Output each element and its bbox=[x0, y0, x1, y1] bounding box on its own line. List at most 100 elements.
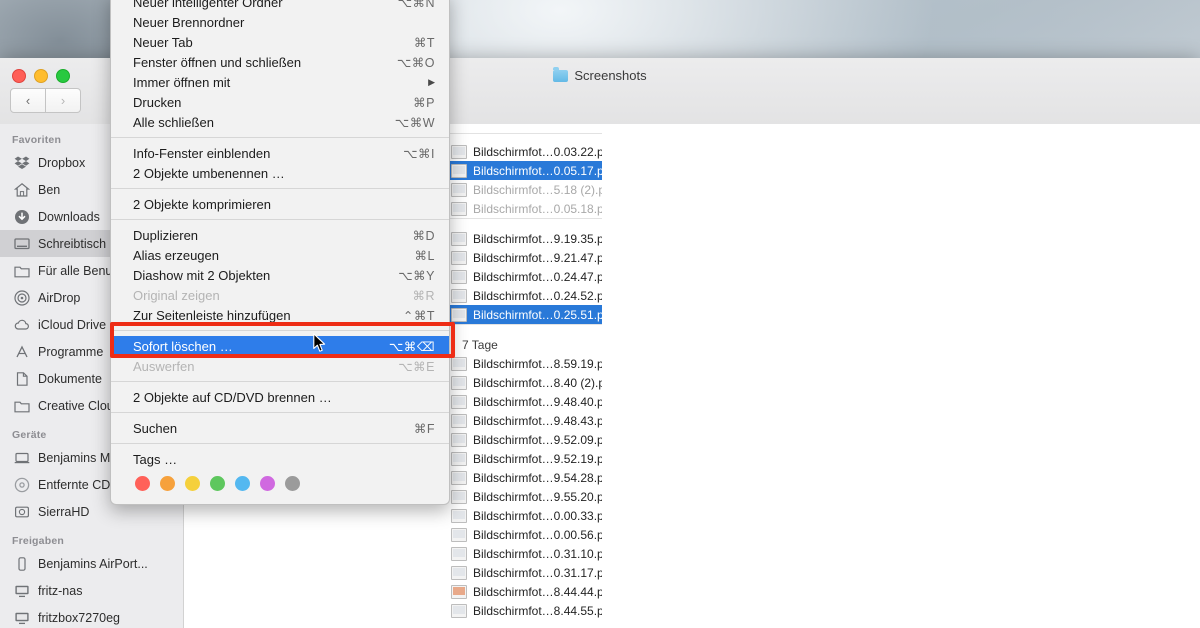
folder-icon bbox=[14, 398, 30, 414]
download-icon bbox=[14, 209, 30, 225]
forward-button[interactable]: › bbox=[46, 88, 81, 113]
tag-color-dot[interactable] bbox=[285, 476, 300, 491]
file-list-row[interactable]: Bildschirmfot…0.03.22.png bbox=[448, 142, 602, 161]
menu-item-diashow-mit-2-objekten[interactable]: Diashow mit 2 Objekten ⌥⌘Y bbox=[111, 265, 449, 285]
menu-item-neuer-intelligenter-ordner[interactable]: Neuer intelligenter Ordner ⌥⌘N bbox=[111, 0, 449, 12]
file-list-row[interactable]: Bildschirmfot…9.48.40.png bbox=[448, 392, 602, 411]
file-list-row[interactable]: Bildschirmfot…8.40 (2).png bbox=[448, 373, 602, 392]
file-list-row[interactable]: Bildschirmfot…0.25.51.png bbox=[448, 305, 602, 324]
menu-item-shortcut: ⌘D bbox=[412, 228, 435, 243]
menu-item-label: Suchen bbox=[133, 420, 178, 436]
file-name-label: Bildschirmfot…0.00.56.png bbox=[473, 527, 602, 542]
menu-item-neuer-brennordner[interactable]: Neuer Brennordner bbox=[111, 12, 449, 32]
menu-item-immer-ffnen-mit[interactable]: Immer öffnen mit ▶ bbox=[111, 72, 449, 92]
file-list-row[interactable]: Bildschirmfot…8.44.44.png bbox=[448, 582, 602, 601]
sidebar-item-label: Dropbox bbox=[38, 155, 86, 170]
sidebar-item-label: Ben bbox=[38, 182, 61, 197]
image-file-icon bbox=[451, 356, 467, 371]
menu-item-shortcut: ⌘R bbox=[412, 288, 435, 303]
menu-item-original-zeigen: Original zeigen ⌘R bbox=[111, 285, 449, 305]
sidebar-item-benjamins-airport[interactable]: Benjamins AirPort... bbox=[0, 550, 183, 577]
tag-color-dot[interactable] bbox=[135, 476, 150, 491]
image-file-icon bbox=[451, 603, 467, 618]
image-file-icon bbox=[451, 489, 467, 504]
menu-item-label: Sofort löschen … bbox=[133, 338, 233, 354]
file-list-row[interactable]: Bildschirmfot…0.05.18.png bbox=[448, 199, 602, 218]
tag-color-dot[interactable] bbox=[260, 476, 275, 491]
menu-item-shortcut: ⌥⌘I bbox=[403, 146, 435, 161]
menu-item-2-objekte-komprimieren[interactable]: 2 Objekte komprimieren bbox=[111, 194, 449, 214]
file-list-row[interactable]: Bildschirmfot…0.24.47.png bbox=[448, 267, 602, 286]
menu-item-label: Alle schließen bbox=[133, 114, 214, 130]
image-file-icon bbox=[451, 375, 467, 390]
menu-item-fenster-ffnen-und-schlie-en[interactable]: Fenster öffnen und schließen ⌥⌘O bbox=[111, 52, 449, 72]
menu-item-suchen[interactable]: Suchen ⌘F bbox=[111, 418, 449, 438]
image-file-icon bbox=[451, 546, 467, 561]
file-list-row[interactable]: Bildschirmfot…8.59.19.png bbox=[448, 354, 602, 373]
menu-item-drucken[interactable]: Drucken ⌘P bbox=[111, 92, 449, 112]
menu-item-sofort-l-schen[interactable]: Sofort löschen … ⌥⌘⌫ bbox=[111, 336, 449, 356]
file-list-column[interactable]: Bildschirmfot…0.03.22.png Bildschirmfot…0… bbox=[448, 124, 603, 628]
desktop-icon bbox=[14, 236, 30, 252]
file-list-row[interactable]: Bildschirmfot…0.24.52.png bbox=[448, 286, 602, 305]
menu-item-label: 2 Objekte umbenennen … bbox=[133, 165, 285, 181]
image-file-icon bbox=[451, 288, 467, 303]
menu-item-label: Neuer intelligenter Ordner bbox=[133, 0, 283, 10]
image-file-icon bbox=[451, 231, 467, 246]
menu-item-label: Info-Fenster einblenden bbox=[133, 145, 271, 161]
tag-color-dot[interactable] bbox=[210, 476, 225, 491]
back-button[interactable]: ‹ bbox=[10, 88, 46, 113]
file-list-spacer bbox=[448, 124, 602, 133]
image-file-icon bbox=[451, 508, 467, 523]
menu-separator bbox=[111, 443, 449, 444]
file-list-row[interactable]: Bildschirmfot…5.18 (2).png bbox=[448, 180, 602, 199]
menu-item-alle-schlie-en[interactable]: Alle schließen ⌥⌘W bbox=[111, 112, 449, 132]
tag-color-dot[interactable] bbox=[235, 476, 250, 491]
sidebar-item-label: fritzbox7270eg bbox=[38, 610, 121, 625]
file-list-row[interactable]: Bildschirmfot…9.48.43.png bbox=[448, 411, 602, 430]
file-list-row[interactable]: Bildschirmfot…0.31.10.png bbox=[448, 544, 602, 563]
menu-item-label: Fenster öffnen und schließen bbox=[133, 54, 302, 70]
tag-color-dot[interactable] bbox=[185, 476, 200, 491]
file-name-label: Bildschirmfot…0.05.18.png bbox=[473, 201, 602, 216]
file-list-row[interactable]: Bildschirmfot…9.54.28.png bbox=[448, 468, 602, 487]
folder-icon bbox=[14, 263, 30, 279]
file-list-row[interactable]: Bildschirmfot…0.00.56.png bbox=[448, 525, 602, 544]
menu-item-shortcut: ⌘P bbox=[413, 95, 435, 110]
file-list-row[interactable]: Bildschirmfot…8.44.55.png bbox=[448, 601, 602, 620]
file-name-label: Bildschirmfot…9.48.40.png bbox=[473, 394, 602, 409]
sidebar-item-fritzbox7270eg[interactable]: fritzbox7270eg bbox=[0, 604, 183, 628]
menu-item-tags[interactable]: Tags … bbox=[111, 449, 449, 469]
context-menu[interactable]: Neuer intelligenter Ordner ⌥⌘N Neuer Brenn… bbox=[110, 0, 450, 505]
file-list-row[interactable]: Bildschirmfot…0.05.17.png bbox=[448, 161, 602, 180]
file-list-row[interactable]: Bildschirmfot…9.52.09.png bbox=[448, 430, 602, 449]
file-list-row[interactable]: Bildschirmfot…9.21.47.png bbox=[448, 248, 602, 267]
tag-color-dot[interactable] bbox=[160, 476, 175, 491]
file-name-label: Bildschirmfot…0.25.51.png bbox=[473, 307, 602, 322]
menu-item-shortcut: ⌥⌘N bbox=[397, 0, 435, 10]
laptop-icon bbox=[14, 450, 30, 466]
menu-item-2-objekte-auf-cd-dvd-brennen[interactable]: 2 Objekte auf CD/DVD brennen … bbox=[111, 387, 449, 407]
menu-item-2-objekte-umbenennen[interactable]: 2 Objekte umbenennen … bbox=[111, 163, 449, 183]
menu-item-shortcut: ⌃⌘T bbox=[402, 308, 435, 323]
file-name-label: Bildschirmfot…0.05.17.png bbox=[473, 163, 602, 178]
navigation-buttons: ‹ › bbox=[10, 88, 81, 113]
file-list-row[interactable]: Bildschirmfot…9.55.20.png bbox=[448, 487, 602, 506]
menu-item-alias-erzeugen[interactable]: Alias erzeugen ⌘L bbox=[111, 245, 449, 265]
file-list-row[interactable]: Bildschirmfot…9.52.19.png bbox=[448, 449, 602, 468]
file-list-row[interactable]: Bildschirmfot…9.19.35.png bbox=[448, 229, 602, 248]
menu-item-zur-seitenleiste-hinzuf-gen[interactable]: Zur Seitenleiste hinzufügen ⌃⌘T bbox=[111, 305, 449, 325]
file-list-row[interactable]: Bildschirmfot…0.00.33.png bbox=[448, 506, 602, 525]
tag-color-swatches[interactable] bbox=[111, 469, 449, 500]
menu-separator bbox=[111, 188, 449, 189]
file-list-spacer bbox=[448, 134, 602, 142]
menu-item-neuer-tab[interactable]: Neuer Tab ⌘T bbox=[111, 32, 449, 52]
submenu-arrow-icon: ▶ bbox=[428, 76, 435, 87]
menu-item-duplizieren[interactable]: Duplizieren ⌘D bbox=[111, 225, 449, 245]
file-list-row[interactable]: Bildschirmfot…0.31.17.png bbox=[448, 563, 602, 582]
sidebar-item-fritz-nas[interactable]: fritz-nas bbox=[0, 577, 183, 604]
file-name-label: Bildschirmfot…0.03.22.png bbox=[473, 144, 602, 159]
menu-item-info-fenster-einblenden[interactable]: Info-Fenster einblenden ⌥⌘I bbox=[111, 143, 449, 163]
file-name-label: Bildschirmfot…5.18 (2).png bbox=[473, 182, 602, 197]
file-name-label: Bildschirmfot…0.00.33.png bbox=[473, 508, 602, 523]
